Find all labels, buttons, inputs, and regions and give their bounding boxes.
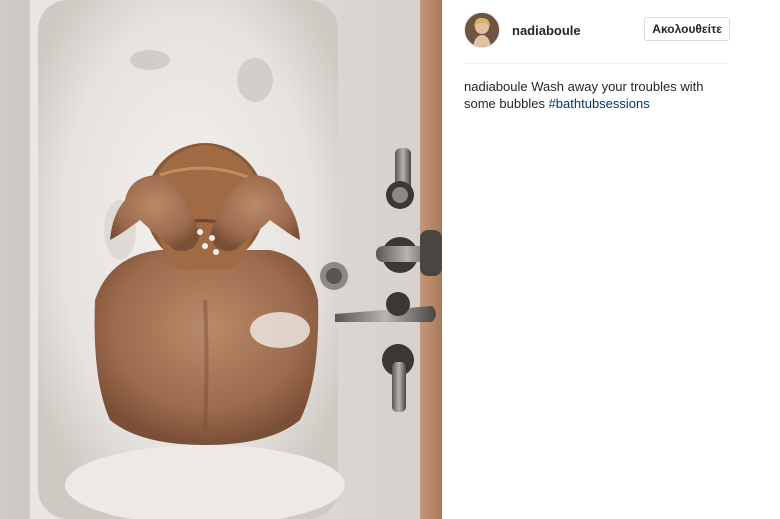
- avatar[interactable]: [464, 12, 500, 48]
- hashtag-link[interactable]: #bathtubsessions: [549, 96, 650, 111]
- post-sidebar: nadiaboule Ακολουθείτε nadiaboule Wash a…: [442, 0, 780, 519]
- post-header: nadiaboule Ακολουθείτε: [464, 12, 770, 48]
- caption-username-link[interactable]: nadiaboule: [464, 79, 528, 94]
- header-divider: [464, 63, 728, 64]
- instagram-post: nadiaboule Ακολουθείτε nadiaboule Wash a…: [0, 0, 780, 519]
- post-photo[interactable]: [0, 0, 442, 519]
- following-button[interactable]: Ακολουθείτε: [644, 17, 730, 41]
- post-caption: nadiaboule Wash away your troubles with …: [464, 78, 726, 112]
- username-link[interactable]: nadiaboule: [512, 23, 581, 38]
